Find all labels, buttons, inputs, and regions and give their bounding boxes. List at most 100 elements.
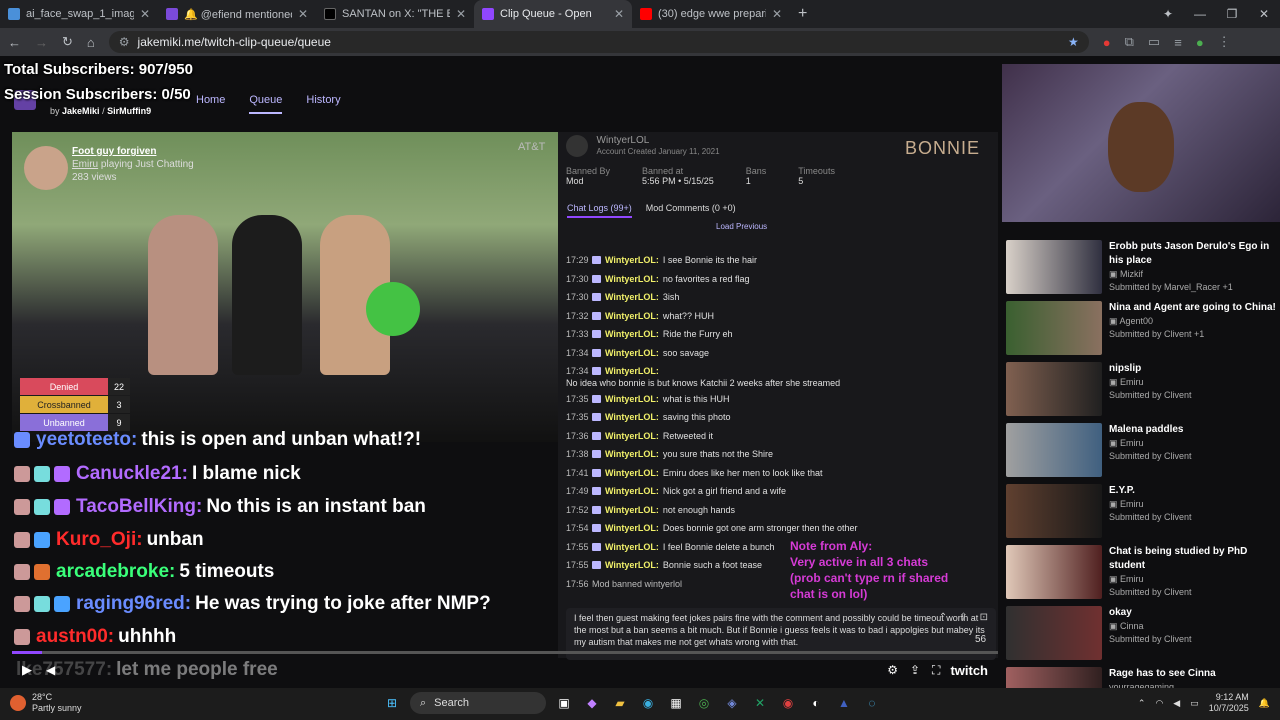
log-text: I see Bonnie its the hair (662, 255, 757, 266)
nav-history[interactable]: History (306, 94, 340, 114)
battery-icon[interactable]: ▭ (1190, 698, 1199, 709)
close-window-button[interactable]: ✕ (1248, 7, 1280, 21)
notification-icon[interactable]: 🔔 (1259, 698, 1270, 709)
share-icon[interactable]: ⇪ (910, 663, 920, 677)
discord-icon[interactable]: ◈ (722, 693, 742, 713)
taskbar-search[interactable]: ⌕ Search (410, 692, 546, 714)
maximize-button[interactable]: ❐ (1216, 7, 1248, 21)
extension-icon[interactable]: ● (1103, 35, 1111, 50)
bookmark-star-icon[interactable]: ★ (1068, 35, 1079, 49)
clip-title[interactable]: Foot guy forgiven (72, 146, 156, 157)
stat-crossbanned: Crossbanned 3 (20, 396, 130, 413)
close-tab-icon[interactable]: ✕ (614, 7, 624, 21)
home-icon[interactable]: ⌂ (87, 35, 95, 50)
stat-label: Crossbanned (20, 396, 108, 413)
site-info-icon[interactable]: ⚙ (119, 35, 130, 49)
queue-clip[interactable]: Nina and Agent are going to China! ▣ Agen… (1006, 301, 1276, 362)
avatar-icon (14, 564, 30, 580)
settings-gear-icon[interactable]: ⚙ (887, 663, 898, 677)
log-time: 17:54 (566, 523, 589, 534)
share-icon[interactable]: ⇪ (959, 612, 967, 624)
close-tab-icon[interactable]: ✕ (298, 7, 308, 21)
browser-tab[interactable]: ai_face_swap_1_image.png (150 ✕ (0, 0, 158, 28)
nav-queue[interactable]: Queue (249, 94, 283, 114)
clip-thumbnail (1006, 545, 1102, 599)
volume-icon[interactable]: ◀ (1173, 698, 1180, 709)
queue-clip[interactable]: okay ▣ Cinna Submitted by Clivent (1006, 606, 1276, 667)
badge-icon (592, 367, 601, 376)
forward-icon[interactable]: → (35, 35, 48, 50)
back-icon[interactable]: ← (8, 35, 21, 50)
browser-icon[interactable]: ◉ (778, 693, 798, 713)
clock[interactable]: 9:12 AM 10/7/2025 (1209, 692, 1249, 714)
chat-user: Kuro_Oji: (56, 529, 143, 550)
close-tab-icon[interactable]: ✕ (456, 7, 466, 21)
weather-widget[interactable]: 28°C Partly sunny (10, 692, 82, 714)
log-time: 17:55 (566, 560, 589, 571)
log-time: 17:35 (566, 393, 589, 404)
play-icon[interactable]: ▶ (22, 662, 32, 678)
video-progress-bar[interactable] (12, 651, 998, 654)
steam-icon[interactable]: ◐ (806, 693, 826, 713)
tab-title: 🔔 @efiend mentioned you (184, 8, 292, 21)
fullscreen-icon[interactable]: ⛶ (932, 663, 940, 678)
streamer-note: Note from Aly: Very active in all 3 chat… (790, 538, 948, 602)
copilot-icon[interactable]: ◆ (582, 693, 602, 713)
col-header: Timeouts (798, 166, 835, 176)
url-field[interactable]: ⚙ jakemiki.me/twitch-clip-queue/queue ★ (108, 31, 1089, 53)
avatar[interactable]: ● (1196, 35, 1204, 50)
log-time: 17:52 (566, 504, 589, 515)
collapse-icon[interactable]: ⌃ (939, 612, 947, 624)
browser-tab[interactable]: SANTAN on X: "THE BOY WHO ✕ (316, 0, 474, 28)
clip-submitter: Submitted by Clivent (1109, 587, 1192, 597)
file-explorer-icon[interactable]: ▰ (610, 693, 630, 713)
minimize-button[interactable]: — (1184, 7, 1216, 21)
badge-icon (592, 450, 601, 459)
nav-home[interactable]: Home (196, 94, 225, 114)
queue-clip[interactable]: Malena paddles ▣ Emiru Submitted by Cliven… (1006, 423, 1276, 484)
load-previous-button[interactable]: Load Previous (716, 222, 767, 231)
tab-mod-comments[interactable]: Mod Comments (0 +0) (646, 203, 736, 218)
clip-streamer-name: Cinna (1120, 621, 1144, 631)
close-tab-icon[interactable]: ✕ (140, 7, 150, 21)
extensions-puzzle-icon[interactable]: ⧉ (1125, 34, 1134, 50)
browser-tab-active[interactable]: Clip Queue - Open ✕ (474, 0, 632, 28)
browser-tab[interactable]: (30) edge wwe preparing finish ✕ (632, 0, 790, 28)
new-tab-button[interactable]: + (798, 5, 807, 23)
badge-icon (592, 524, 601, 533)
log-user: WintyerLOL: (605, 430, 659, 441)
tab-chat-logs[interactable]: Chat Logs (99+) (567, 203, 632, 218)
menu-icon[interactable]: ≡ (1174, 35, 1182, 50)
queue-clip[interactable]: Chat is being studied by PhD student ▣ Em… (1006, 545, 1276, 606)
queue-clip[interactable]: Erobb puts Jason Derulo's Ego in his pla… (1006, 240, 1276, 301)
close-tab-icon[interactable]: ✕ (772, 7, 782, 21)
app-icon[interactable]: ◌ (862, 693, 882, 713)
log-text: what?? HUH (662, 310, 714, 321)
browser-tab[interactable]: 🔔 @efiend mentioned you ✕ (158, 0, 316, 28)
windows-start-icon[interactable]: ⊞ (382, 693, 402, 713)
edge-icon[interactable]: ◉ (638, 693, 658, 713)
volume-icon[interactable]: ◀ (46, 663, 55, 677)
sidebar-icon[interactable]: ▭ (1148, 34, 1160, 50)
badge-icon (592, 431, 601, 440)
streamer-name[interactable]: Emiru (72, 159, 98, 170)
task-view-icon[interactable]: ▣ (554, 693, 574, 713)
store-icon[interactable]: ▦ (666, 693, 686, 713)
chrome-icon[interactable]: ◎ (694, 693, 714, 713)
log-row: 17:33 WintyerLOL: Ride the Furry eh (566, 325, 986, 344)
save-icon[interactable]: ⊡ (980, 612, 988, 624)
queue-clip[interactable]: nipslip ▣ Emiru Submitted by Clivent (1006, 362, 1276, 423)
author-link-1[interactable]: JakeMiki (62, 106, 100, 116)
chat-message: austn00: uhhhh (14, 621, 176, 653)
excel-icon[interactable]: ✕ (750, 693, 770, 713)
chevron-up-icon[interactable]: ⌃ (1138, 698, 1146, 709)
log-user: WintyerLOL: (605, 412, 659, 423)
log-time: 17:29 (566, 255, 589, 266)
reload-icon[interactable]: ↻ (62, 34, 73, 50)
profile-icon[interactable]: ✦ (1152, 7, 1184, 21)
queue-clip[interactable]: E.Y.P. ▣ Emiru Submitted by Clivent (1006, 484, 1276, 545)
more-menu-icon[interactable]: ⋮ (1218, 34, 1231, 50)
wifi-icon[interactable]: ◠ (1155, 698, 1163, 709)
app-icon[interactable]: ▲ (834, 693, 854, 713)
author-link-2[interactable]: SirMuffin9 (107, 106, 151, 116)
